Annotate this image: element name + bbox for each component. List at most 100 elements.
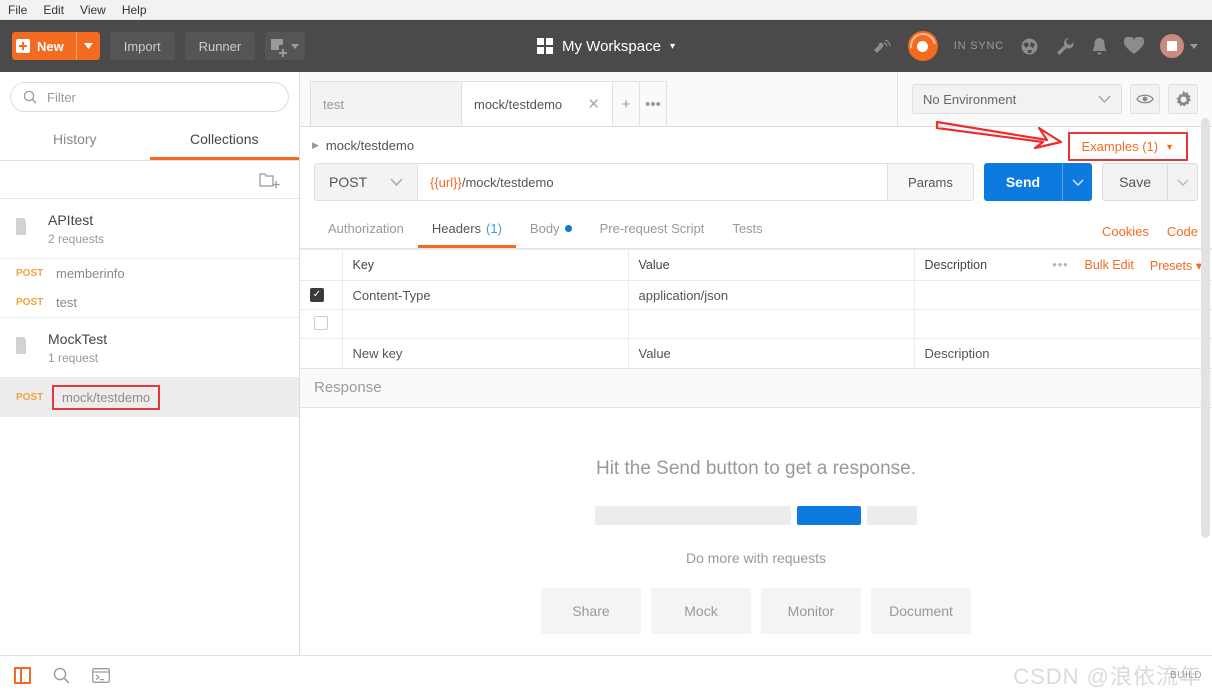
vertical-scrollbar[interactable] [1201,118,1210,613]
header-value-cell[interactable] [627,309,915,339]
search-icon[interactable] [53,667,70,684]
search-input[interactable]: Filter [10,82,289,112]
request-tab-test[interactable]: test [310,81,462,126]
examples-button[interactable]: Examples (1) ▼ [1067,132,1188,161]
search-icon [23,90,37,104]
presets-dropdown[interactable]: Presets ▾ [1150,258,1202,273]
chevron-right-icon[interactable]: ▶ [312,140,319,151]
request-detail-tabs: Authorization Headers (1) Body Pre-reque… [300,215,1212,249]
checkbox-unchecked-icon[interactable] [313,315,328,330]
menu-item-help[interactable]: Help [122,3,147,17]
collection-mocktest[interactable]: MockTest 1 request [0,318,299,378]
more-tabs-button[interactable]: ••• [639,81,667,126]
request-name: test [56,294,77,310]
params-button[interactable]: Params [888,163,974,201]
new-description-input[interactable]: Description [913,338,1212,368]
send-dropdown-caret[interactable] [1062,163,1092,201]
sidebar-tab-collections[interactable]: Collections [149,122,299,160]
illustration-bar-url [595,506,791,526]
scrollbar-thumb[interactable] [1201,118,1210,538]
method-select[interactable]: POST [314,163,418,201]
account-menu[interactable] [1160,34,1198,58]
environment-quick-look-button[interactable] [1130,84,1160,114]
request-item-memberinfo[interactable]: POST memberinfo [0,259,299,288]
sidebar-tab-history[interactable]: History [0,122,150,160]
tab-pre-request-script[interactable]: Pre-request Script [586,221,719,248]
collection-request-count: 2 requests [48,231,105,246]
console-icon[interactable] [92,668,110,683]
import-button[interactable]: Import [109,32,175,60]
tab-body[interactable]: Body [516,221,586,248]
save-button[interactable]: Save [1102,163,1198,201]
request-item-mock-testdemo[interactable]: POST mock/testdemo [0,377,299,417]
menu-item-file[interactable]: File [8,3,27,17]
row-checkbox-cell[interactable] [300,309,343,339]
new-window-button[interactable] [265,32,306,60]
toolbar-left-group: New Import Runner [0,32,306,60]
wrench-icon[interactable] [1055,37,1075,56]
collection-apitest[interactable]: APItest 2 requests [0,199,299,259]
url-input[interactable]: {{url}}/mock/testdemo [418,163,889,201]
illustration-bar-send [797,506,861,526]
collection-name: APItest [48,212,94,228]
table-row[interactable]: ✓ Content-Type application/json [300,280,1212,310]
toolbar-right-group: IN SYNC [872,31,1212,61]
new-dropdown-caret[interactable] [75,32,100,60]
tab-authorization[interactable]: Authorization [314,221,418,248]
tab-tests[interactable]: Tests [718,221,776,248]
menu-item-edit[interactable]: Edit [43,3,64,17]
sync-icon[interactable] [907,31,938,61]
more-options-icon[interactable]: ••• [1052,258,1068,272]
breadcrumb-row: ▶ mock/testdemo Examples (1) ▼ [300,127,1212,163]
new-folder-icon[interactable] [259,171,281,189]
checkbox-checked-icon[interactable]: ✓ [310,288,324,302]
chevron-down-icon: ▾ [669,40,675,52]
new-button[interactable]: New [12,32,100,60]
bell-icon[interactable] [1091,37,1108,56]
header-value-cell[interactable]: application/json [627,280,915,310]
column-description: Description [924,258,988,272]
request-method: POST [16,296,44,308]
request-tab-mock-testdemo[interactable]: mock/testdemo ✕ [461,81,613,126]
mock-card[interactable]: Mock [651,588,751,635]
share-card[interactable]: Share [541,588,641,635]
action-cards: Share Mock Monitor Document [541,588,971,635]
send-button-label: Send [1005,174,1041,190]
bulk-edit-link[interactable]: Bulk Edit [1085,258,1134,272]
globe-icon[interactable] [1020,37,1039,56]
table-row-placeholder[interactable]: New key Value Description [300,338,1212,368]
build-label: BUILD [1170,670,1202,681]
main-area: Filter History Collections APItest 2 req… [0,72,1212,695]
row-checkbox-cell[interactable]: ✓ [300,280,343,310]
tab-headers[interactable]: Headers (1) [417,221,516,248]
header-description-cell[interactable] [913,309,1212,339]
code-link[interactable]: Code [1167,224,1198,239]
send-button[interactable]: Send [983,163,1093,201]
cookies-link[interactable]: Cookies [1102,224,1149,239]
request-item-test[interactable]: POST test [0,288,299,318]
avatar [1160,34,1184,58]
header-key-cell[interactable] [341,309,629,339]
new-value-input[interactable]: Value [627,338,915,368]
do-more-label: Do more with requests [685,550,827,567]
add-tab-button[interactable]: + [612,81,640,126]
save-dropdown-caret[interactable] [1167,164,1197,200]
runner-button[interactable]: Runner [184,32,256,60]
monitor-card[interactable]: Monitor [761,588,861,635]
document-card[interactable]: Document [871,588,971,635]
header-description-cell[interactable] [913,280,1212,310]
workspace-switcher[interactable]: My Workspace ▾ [537,38,675,55]
menu-item-view[interactable]: View [80,3,106,17]
sidebar-toggle-icon[interactable] [14,667,31,684]
column-key: Key [341,249,629,281]
table-row[interactable] [300,309,1212,339]
satellite-icon[interactable] [872,37,892,55]
header-key-cell[interactable]: Content-Type [341,280,629,310]
new-window-icon [271,38,289,57]
close-icon[interactable]: ✕ [587,97,600,112]
new-key-input[interactable]: New key [341,338,629,368]
settings-button[interactable] [1168,84,1198,114]
heart-icon[interactable] [1124,37,1144,55]
status-bar: BUILD [0,655,1212,695]
environment-select[interactable]: No Environment [912,84,1122,114]
